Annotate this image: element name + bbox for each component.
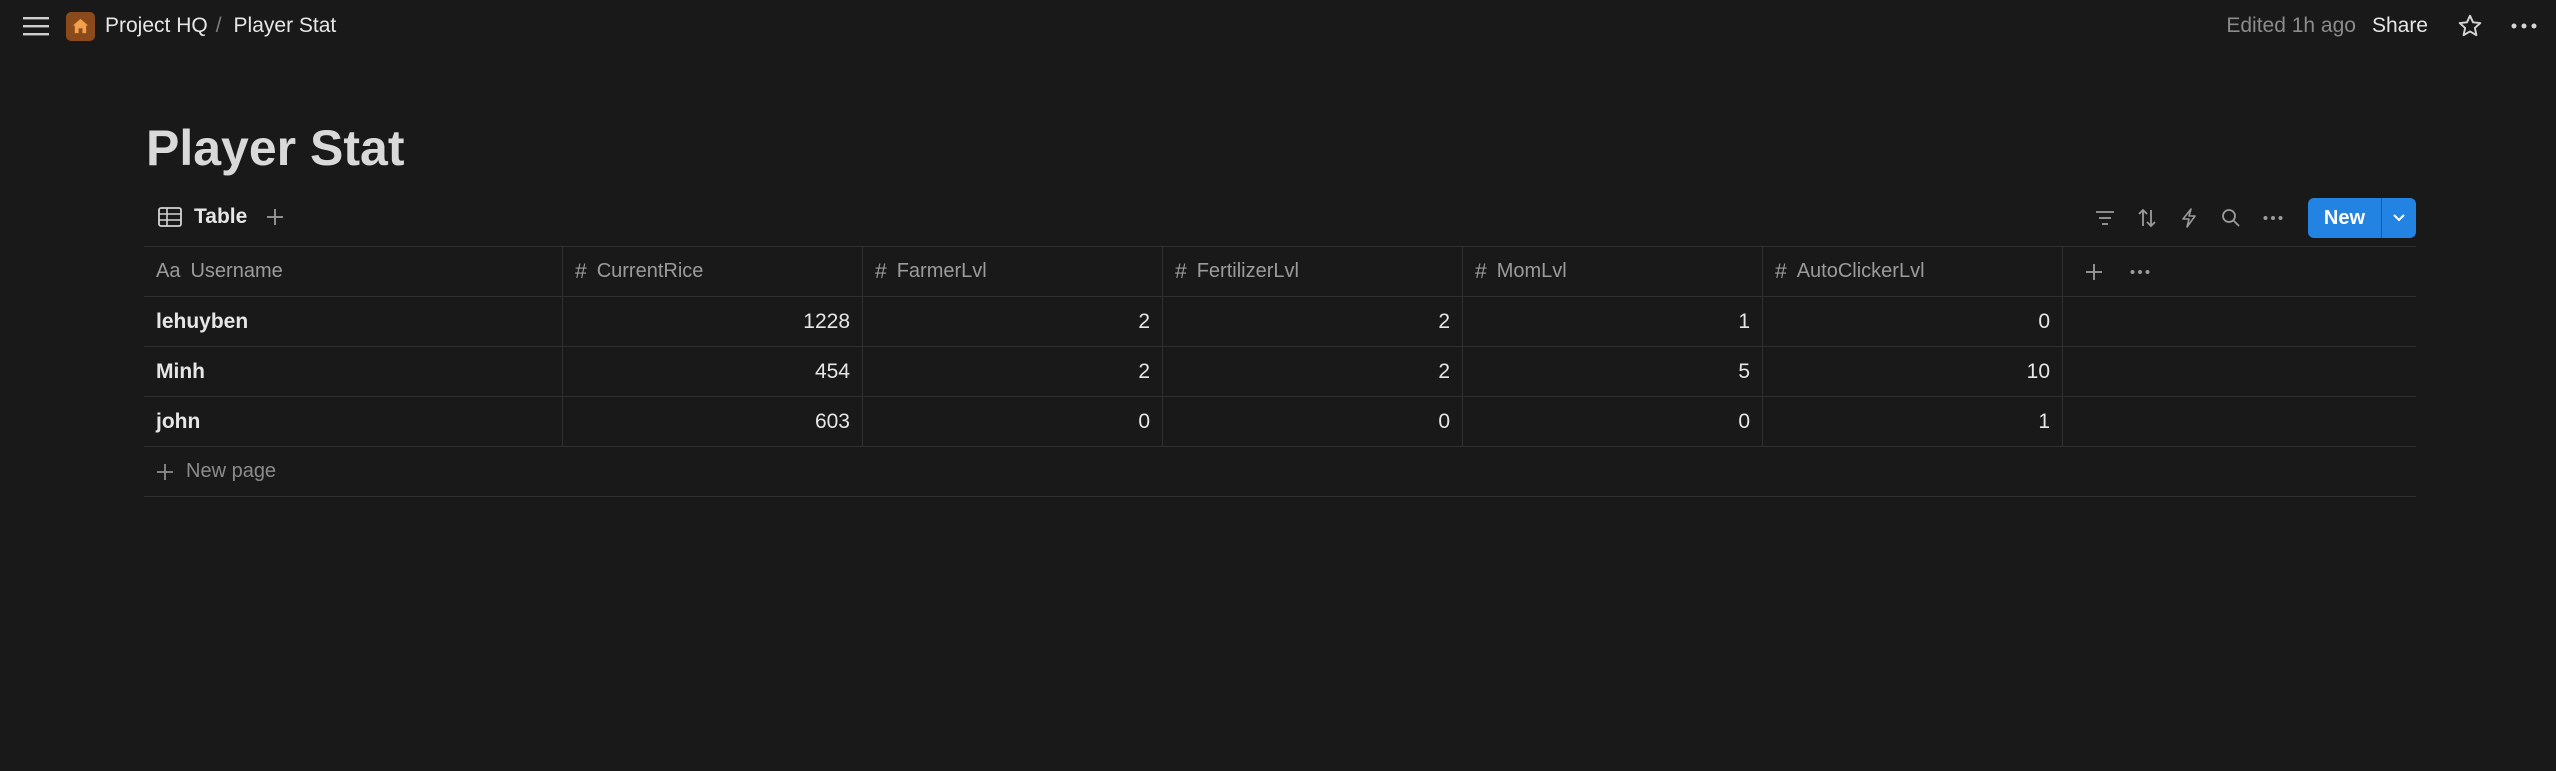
number-property-icon: #: [875, 259, 887, 283]
search-button[interactable]: [2216, 203, 2246, 233]
breadcrumb-project-hq[interactable]: Project HQ: [105, 14, 208, 38]
breadcrumb: Project HQ / Player Stat: [66, 10, 336, 42]
table-row: john 603 0 0 0 1: [144, 397, 2416, 447]
column-header-currentrice[interactable]: # CurrentRice: [563, 247, 863, 296]
tab-table[interactable]: Table: [158, 198, 247, 236]
plus-icon: [267, 209, 283, 225]
share-button[interactable]: Share: [2372, 14, 2428, 38]
search-icon: [2221, 209, 2240, 227]
number-property-icon: #: [1475, 259, 1487, 283]
property-more-button[interactable]: [2125, 257, 2155, 287]
more-icon: [2263, 216, 2283, 220]
column-label: FertilizerLvl: [1196, 260, 1299, 282]
text-property-icon: Aa: [156, 260, 181, 282]
table-row: lehuyben 1228 2 2 1 0: [144, 297, 2416, 347]
new-page-button[interactable]: New page: [144, 447, 2416, 497]
lightning-icon: [2182, 208, 2196, 228]
cell-empty: [2063, 397, 2416, 446]
database-table: Aa Username # CurrentRice # FarmerLvl # Fert…: [144, 246, 2416, 497]
breadcrumb-player-stat[interactable]: Player Stat: [234, 14, 337, 38]
filter-icon: [2095, 211, 2114, 225]
cell-username[interactable]: lehuyben: [144, 297, 563, 346]
plus-icon: [2086, 263, 2102, 280]
cell-farmerlvl[interactable]: 0: [863, 397, 1163, 446]
cell-autoclickerlvl[interactable]: 10: [1763, 347, 2063, 396]
number-property-icon: #: [1775, 259, 1787, 283]
more-icon: [2130, 269, 2150, 274]
cell-currentrice[interactable]: 1228: [563, 297, 863, 346]
cell-username[interactable]: john: [144, 397, 563, 446]
view-tools: New: [2090, 198, 2416, 238]
cell-fertilizerlvl[interactable]: 0: [1163, 397, 1463, 446]
column-header-fertilizerlvl[interactable]: # FertilizerLvl: [1163, 247, 1463, 296]
menu-button[interactable]: [20, 10, 52, 42]
cell-momlvl[interactable]: 1: [1463, 297, 1763, 346]
column-header-username[interactable]: Aa Username: [144, 247, 563, 296]
table-header: Aa Username # CurrentRice # FarmerLvl # Fert…: [144, 246, 2416, 297]
page-title: Player Stat: [146, 120, 405, 176]
cell-username[interactable]: Minh: [144, 347, 563, 396]
new-button[interactable]: New: [2308, 198, 2381, 238]
plus-icon: [157, 463, 173, 480]
cell-autoclickerlvl[interactable]: 0: [1763, 297, 2063, 346]
cell-farmerlvl[interactable]: 2: [863, 297, 1163, 346]
column-label: MomLvl: [1496, 260, 1567, 282]
column-label: CurrentRice: [596, 260, 704, 282]
new-button-group: New: [2307, 198, 2416, 238]
column-label: Username: [190, 260, 283, 282]
tab-table-label: Table: [194, 205, 248, 228]
column-label: FarmerLvl: [896, 260, 987, 282]
table-row: Minh 454 2 2 5 10: [144, 347, 2416, 397]
column-header-autoclickerlvl[interactable]: # AutoClickerLvl: [1763, 247, 2063, 296]
breadcrumb-separator: /: [215, 14, 222, 37]
home-icon[interactable]: [66, 11, 95, 41]
top-actions: Edited 1h ago Share: [2226, 10, 2540, 42]
cell-currentrice[interactable]: 603: [563, 397, 863, 446]
cell-fertilizerlvl[interactable]: 2: [1163, 347, 1463, 396]
more-button[interactable]: [2508, 10, 2540, 42]
chevron-down-icon: [2393, 214, 2405, 222]
cell-empty: [2063, 297, 2416, 346]
view-more-button[interactable]: [2258, 203, 2288, 233]
table-icon: [158, 207, 182, 227]
column-actions: [2063, 247, 2416, 296]
number-property-icon: #: [1175, 259, 1187, 283]
cell-autoclickerlvl[interactable]: 1: [1763, 397, 2063, 446]
top-bar: Project HQ / Player Stat Edited 1h ago S…: [0, 0, 2556, 52]
sort-button[interactable]: [2132, 203, 2162, 233]
cell-currentrice[interactable]: 454: [563, 347, 863, 396]
new-dropdown-button[interactable]: [2381, 198, 2416, 238]
favorite-button[interactable]: [2454, 10, 2486, 42]
new-page-label: New page: [186, 460, 277, 482]
star-icon: [2458, 14, 2482, 37]
edited-timestamp: Edited 1h ago: [2226, 14, 2356, 37]
cell-fertilizerlvl[interactable]: 2: [1163, 297, 1463, 346]
cell-farmerlvl[interactable]: 2: [863, 347, 1163, 396]
cell-momlvl[interactable]: 5: [1463, 347, 1763, 396]
cell-momlvl[interactable]: 0: [1463, 397, 1763, 446]
view-bar: Table New: [146, 198, 2416, 238]
column-label: AutoClickerLvl: [1796, 260, 1925, 282]
automation-button[interactable]: [2174, 203, 2204, 233]
add-property-button[interactable]: [2079, 257, 2109, 287]
add-view-button[interactable]: [260, 202, 290, 232]
more-icon: [2511, 23, 2537, 29]
number-property-icon: #: [575, 259, 587, 283]
column-header-momlvl[interactable]: # MomLvl: [1463, 247, 1763, 296]
cell-empty: [2063, 347, 2416, 396]
sort-icon: [2138, 208, 2156, 228]
filter-button[interactable]: [2090, 203, 2120, 233]
menu-icon: [23, 17, 49, 36]
column-header-farmerlvl[interactable]: # FarmerLvl: [863, 247, 1163, 296]
